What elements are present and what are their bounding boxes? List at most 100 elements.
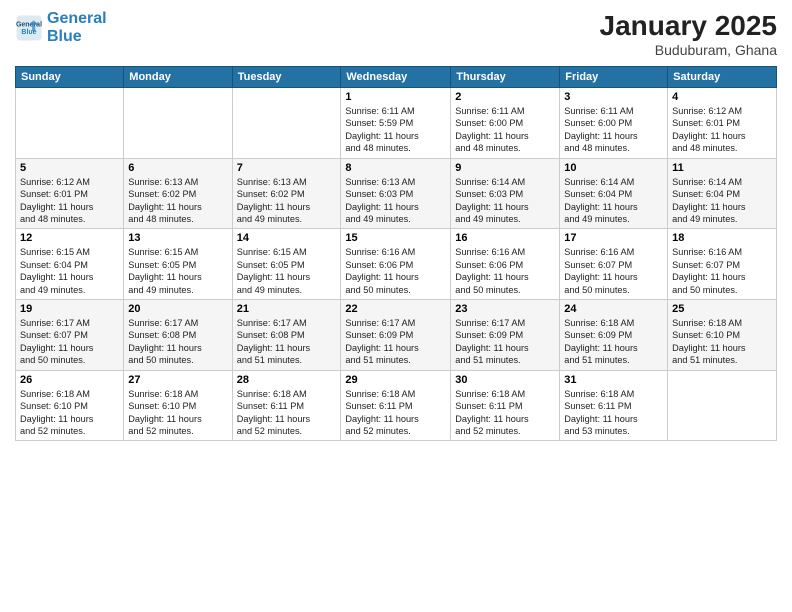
day-number: 1 — [345, 91, 446, 103]
day-number: 3 — [564, 91, 663, 103]
weekday-header: Sunday — [16, 67, 124, 88]
day-info: Sunrise: 6:17 AMSunset: 6:09 PMDaylight:… — [455, 317, 555, 367]
calendar-cell: 15 Sunrise: 6:16 AMSunset: 6:06 PMDayligh… — [341, 229, 451, 300]
calendar-week-row: 19 Sunrise: 6:17 AMSunset: 6:07 PMDayligh… — [16, 300, 777, 371]
day-info: Sunrise: 6:15 AMSunset: 6:05 PMDaylight:… — [237, 246, 337, 296]
day-number: 30 — [455, 374, 555, 386]
day-info: Sunrise: 6:15 AMSunset: 6:05 PMDaylight:… — [128, 246, 227, 296]
day-number: 6 — [128, 162, 227, 174]
day-number: 4 — [672, 91, 772, 103]
day-number: 25 — [672, 303, 772, 315]
calendar-cell: 31 Sunrise: 6:18 AMSunset: 6:11 PMDayligh… — [560, 370, 668, 441]
day-info: Sunrise: 6:18 AMSunset: 6:10 PMDaylight:… — [128, 388, 227, 438]
calendar-table: SundayMondayTuesdayWednesdayThursdayFrid… — [15, 66, 777, 441]
calendar-cell: 30 Sunrise: 6:18 AMSunset: 6:11 PMDayligh… — [451, 370, 560, 441]
calendar-cell: 21Sunrise: 6:17 AMSunset: 6:08 PMDayligh… — [232, 300, 341, 371]
calendar-cell: 13 Sunrise: 6:15 AMSunset: 6:05 PMDayligh… — [124, 229, 232, 300]
calendar-cell — [124, 88, 232, 159]
calendar-cell: 5 Sunrise: 6:12 AMSunset: 6:01 PMDaylight… — [16, 158, 124, 229]
calendar-cell: 16 Sunrise: 6:16 AMSunset: 6:06 PMDayligh… — [451, 229, 560, 300]
calendar-cell: 1 Sunrise: 6:11 AMSunset: 5:59 PMDaylight… — [341, 88, 451, 159]
calendar-cell: 19 Sunrise: 6:17 AMSunset: 6:07 PMDayligh… — [16, 300, 124, 371]
day-number: 2 — [455, 91, 555, 103]
calendar-cell: 22Sunrise: 6:17 AMSunset: 6:09 PMDayligh… — [341, 300, 451, 371]
calendar-cell: 8 Sunrise: 6:13 AMSunset: 6:03 PMDaylight… — [341, 158, 451, 229]
day-info: Sunrise: 6:13 AMSunset: 6:03 PMDaylight:… — [345, 176, 446, 226]
day-info: Sunrise: 6:17 AMSunset: 6:07 PMDaylight:… — [20, 317, 119, 367]
day-info: Sunrise: 6:16 AMSunset: 6:07 PMDaylight:… — [564, 246, 663, 296]
day-number: 19 — [20, 303, 119, 315]
weekday-header: Tuesday — [232, 67, 341, 88]
day-number: 15 — [345, 232, 446, 244]
calendar-cell: 29 Sunrise: 6:18 AMSunset: 6:11 PMDayligh… — [341, 370, 451, 441]
day-info: Sunrise: 6:12 AMSunset: 6:01 PMDaylight:… — [672, 105, 772, 155]
calendar-week-row: 12 Sunrise: 6:15 AMSunset: 6:04 PMDayligh… — [16, 229, 777, 300]
calendar-cell: 18 Sunrise: 6:16 AMSunset: 6:07 PMDayligh… — [668, 229, 777, 300]
day-number: 29 — [345, 374, 446, 386]
day-info: Sunrise: 6:15 AMSunset: 6:04 PMDaylight:… — [20, 246, 119, 296]
svg-text:General: General — [16, 21, 42, 28]
day-number: 9 — [455, 162, 555, 174]
header: General Blue General Blue January 2025 B… — [15, 10, 777, 58]
calendar-cell: 25 Sunrise: 6:18 AMSunset: 6:10 PMDayligh… — [668, 300, 777, 371]
day-info: Sunrise: 6:14 AMSunset: 6:04 PMDaylight:… — [672, 176, 772, 226]
calendar-week-row: 1 Sunrise: 6:11 AMSunset: 5:59 PMDaylight… — [16, 88, 777, 159]
calendar-cell: 3 Sunrise: 6:11 AMSunset: 6:00 PMDaylight… — [560, 88, 668, 159]
calendar-header-row: SundayMondayTuesdayWednesdayThursdayFrid… — [16, 67, 777, 88]
month-title: January 2025 — [600, 10, 777, 42]
day-number: 17 — [564, 232, 663, 244]
calendar-cell: 6 Sunrise: 6:13 AMSunset: 6:02 PMDaylight… — [124, 158, 232, 229]
day-info: Sunrise: 6:18 AMSunset: 6:10 PMDaylight:… — [672, 317, 772, 367]
day-info: Sunrise: 6:11 AMSunset: 6:00 PMDaylight:… — [564, 105, 663, 155]
calendar-cell: 26Sunrise: 6:18 AMSunset: 6:10 PMDayligh… — [16, 370, 124, 441]
calendar-cell: 14 Sunrise: 6:15 AMSunset: 6:05 PMDayligh… — [232, 229, 341, 300]
calendar-cell: 10 Sunrise: 6:14 AMSunset: 6:04 PMDayligh… — [560, 158, 668, 229]
day-info: Sunrise: 6:16 AMSunset: 6:06 PMDaylight:… — [345, 246, 446, 296]
calendar-cell: 11Sunrise: 6:14 AMSunset: 6:04 PMDayligh… — [668, 158, 777, 229]
day-number: 31 — [564, 374, 663, 386]
day-info: Sunrise: 6:18 AMSunset: 6:11 PMDaylight:… — [455, 388, 555, 438]
day-info: Sunrise: 6:16 AMSunset: 6:06 PMDaylight:… — [455, 246, 555, 296]
logo-icon: General Blue — [15, 14, 43, 42]
subtitle: Buduburam, Ghana — [600, 42, 777, 58]
calendar-cell — [668, 370, 777, 441]
day-info: Sunrise: 6:14 AMSunset: 6:04 PMDaylight:… — [564, 176, 663, 226]
weekday-header: Wednesday — [341, 67, 451, 88]
day-info: Sunrise: 6:11 AMSunset: 6:00 PMDaylight:… — [455, 105, 555, 155]
day-number: 23 — [455, 303, 555, 315]
calendar-cell: 23 Sunrise: 6:17 AMSunset: 6:09 PMDayligh… — [451, 300, 560, 371]
day-info: Sunrise: 6:18 AMSunset: 6:11 PMDaylight:… — [345, 388, 446, 438]
day-number: 10 — [564, 162, 663, 174]
day-number: 12 — [20, 232, 119, 244]
day-number: 8 — [345, 162, 446, 174]
day-number: 21 — [237, 303, 337, 315]
calendar-cell: 24Sunrise: 6:18 AMSunset: 6:09 PMDayligh… — [560, 300, 668, 371]
calendar-cell: 17 Sunrise: 6:16 AMSunset: 6:07 PMDayligh… — [560, 229, 668, 300]
calendar-cell — [232, 88, 341, 159]
calendar-week-row: 5 Sunrise: 6:12 AMSunset: 6:01 PMDaylight… — [16, 158, 777, 229]
day-number: 20 — [128, 303, 227, 315]
logo-text: General Blue — [47, 10, 107, 45]
day-info: Sunrise: 6:11 AMSunset: 5:59 PMDaylight:… — [345, 105, 446, 155]
weekday-header: Thursday — [451, 67, 560, 88]
logo: General Blue General Blue — [15, 10, 107, 45]
weekday-header: Saturday — [668, 67, 777, 88]
day-info: Sunrise: 6:17 AMSunset: 6:08 PMDaylight:… — [128, 317, 227, 367]
calendar-cell: 7Sunrise: 6:13 AMSunset: 6:02 PMDaylight… — [232, 158, 341, 229]
day-number: 18 — [672, 232, 772, 244]
day-number: 13 — [128, 232, 227, 244]
calendar-cell — [16, 88, 124, 159]
day-number: 16 — [455, 232, 555, 244]
day-info: Sunrise: 6:13 AMSunset: 6:02 PMDaylight:… — [128, 176, 227, 226]
day-info: Sunrise: 6:18 AMSunset: 6:11 PMDaylight:… — [564, 388, 663, 438]
day-info: Sunrise: 6:12 AMSunset: 6:01 PMDaylight:… — [20, 176, 119, 226]
weekday-header: Friday — [560, 67, 668, 88]
calendar-week-row: 26 Sunrise: 6:18 AMSunset: 6:10 PMDayligh… — [16, 370, 777, 441]
calendar-cell: 9Sunrise: 6:14 AMSunset: 6:03 PMDaylight… — [451, 158, 560, 229]
day-number: 14 — [237, 232, 337, 244]
day-info: Sunrise: 6:18 AMSunset: 6:11 PMDaylight:… — [237, 388, 337, 438]
day-info: Sunrise: 6:16 AMSunset: 6:07 PMDaylight:… — [672, 246, 772, 296]
day-number: 26 — [20, 374, 119, 386]
calendar-cell: 12 Sunrise: 6:15 AMSunset: 6:04 PMDayligh… — [16, 229, 124, 300]
day-number: 5 — [20, 162, 119, 174]
